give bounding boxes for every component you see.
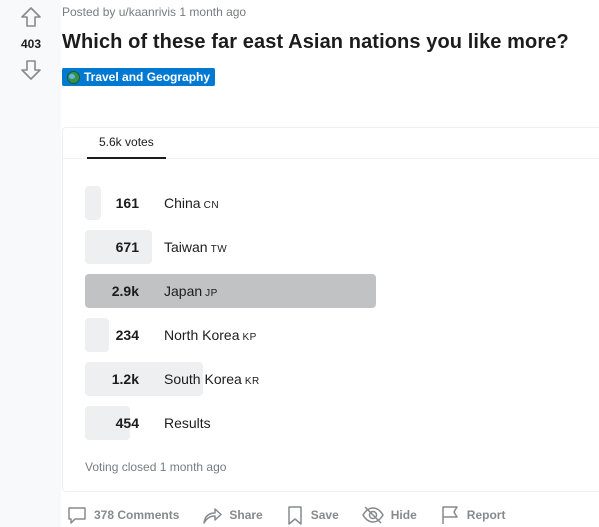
share-icon bbox=[203, 508, 223, 524]
poll-option-count: 1.2k bbox=[111, 371, 139, 387]
flag-icon bbox=[442, 506, 458, 524]
poll-option-label: South Korea KR bbox=[164, 362, 260, 399]
poll-option-label: China CN bbox=[164, 186, 219, 223]
report-label: Report bbox=[466, 508, 506, 522]
poll-option-results: 454 Results bbox=[85, 406, 565, 440]
post-meta: Posted by u/kaanrivis 1 month ago bbox=[62, 5, 247, 19]
poll-option-label: North Korea KP bbox=[164, 318, 257, 355]
save-button[interactable]: Save bbox=[285, 502, 339, 527]
poll-option-name: Japan bbox=[164, 283, 203, 299]
poll-option-name: South Korea bbox=[164, 371, 242, 387]
poll-status: Voting closed 1 month ago bbox=[85, 460, 227, 474]
hide-eye-icon bbox=[361, 506, 384, 524]
poll-option-code: KR bbox=[244, 376, 260, 387]
vote-score: 403 bbox=[20, 37, 42, 51]
poll-option-name: China bbox=[164, 195, 201, 211]
poll-option-count: 161 bbox=[115, 195, 139, 211]
post-title[interactable]: Which of these far east Asian nations yo… bbox=[62, 31, 569, 54]
poll-option-label: Japan JP bbox=[164, 274, 218, 311]
report-button[interactable]: Report bbox=[439, 502, 506, 527]
poll-option-count: 234 bbox=[115, 327, 139, 343]
downvote-arrow-icon[interactable] bbox=[19, 58, 43, 82]
poll-option-label: Taiwan TW bbox=[164, 230, 227, 267]
save-label: Save bbox=[310, 508, 339, 522]
poll-tab-row: 5.6k votes bbox=[63, 128, 599, 159]
hide-label: Hide bbox=[390, 508, 417, 522]
poll-option-name: North Korea bbox=[164, 327, 240, 343]
comment-icon bbox=[68, 507, 86, 524]
poll-card: 5.6k votes 161 China CN 671 Taiwan TW 2.9k Japa… bbox=[62, 127, 599, 492]
post-flair[interactable]: Travel and Geography bbox=[62, 68, 216, 86]
post-actions: 378 Comments Share Save Hide Report bbox=[62, 502, 527, 527]
hide-button[interactable]: Hide bbox=[361, 502, 417, 527]
poll-option-code: KP bbox=[242, 332, 257, 343]
poll-option-count: 2.9k bbox=[111, 283, 139, 299]
poll-option-japan: 2.9k Japan JP bbox=[85, 274, 565, 308]
poll-option-name: Results bbox=[164, 415, 211, 431]
poll-option-count: 671 bbox=[115, 239, 139, 255]
vote-column: 403 bbox=[0, 0, 62, 527]
upvote-arrow-icon[interactable] bbox=[19, 5, 43, 29]
share-button[interactable]: Share bbox=[201, 502, 263, 527]
tab-votes[interactable]: 5.6k votes bbox=[87, 128, 166, 159]
flair-label: Travel and Geography bbox=[84, 70, 211, 84]
poll-option-code: TW bbox=[210, 244, 228, 255]
poll-option-china: 161 China CN bbox=[85, 186, 565, 220]
poll-option-code: JP bbox=[205, 288, 218, 299]
comments-label: 378 Comments bbox=[94, 508, 180, 522]
share-label: Share bbox=[229, 508, 263, 522]
bookmark-icon bbox=[287, 506, 302, 525]
poll-option-south-korea: 1.2k South Korea KR bbox=[85, 362, 565, 396]
poll-option-label: Results bbox=[164, 406, 211, 440]
comments-button[interactable]: 378 Comments bbox=[66, 502, 179, 527]
poll-option-taiwan: 671 Taiwan TW bbox=[85, 230, 565, 264]
poll-option-count: 454 bbox=[115, 415, 139, 431]
globe-icon bbox=[67, 70, 80, 84]
poll-option-north-korea: 234 North Korea KP bbox=[85, 318, 565, 352]
poll-option-code: CN bbox=[203, 200, 220, 211]
poll-option-name: Taiwan bbox=[164, 239, 208, 255]
